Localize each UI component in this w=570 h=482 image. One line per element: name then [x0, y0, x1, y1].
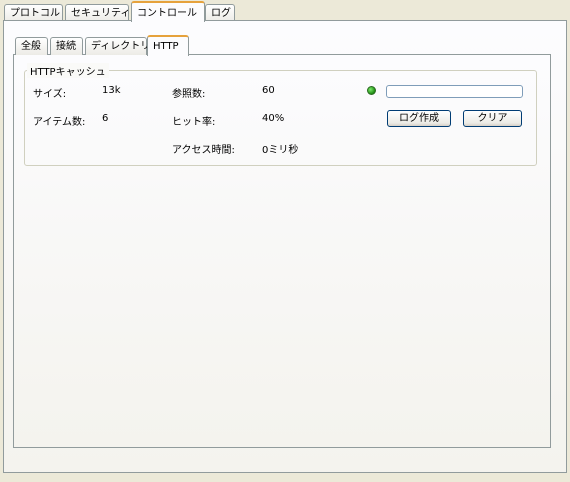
- cache-progress-bar: [386, 85, 523, 98]
- tab-connection[interactable]: 接続: [50, 37, 83, 55]
- http-cache-group-title: HTTPキャッシュ: [27, 63, 109, 78]
- refs-value: 60: [262, 85, 275, 96]
- tab-control[interactable]: コントロール: [131, 1, 205, 22]
- hit-rate-label: ヒット率:: [172, 117, 216, 128]
- tab-general[interactable]: 全般: [15, 37, 48, 55]
- tab-directory[interactable]: ディレクトリ: [85, 37, 150, 55]
- tab-http[interactable]: HTTP: [147, 35, 189, 56]
- items-label: アイテム数:: [33, 117, 86, 128]
- clear-button[interactable]: クリア: [463, 110, 522, 127]
- access-time-label: アクセス時間:: [172, 145, 235, 156]
- refs-label: 参照数:: [172, 89, 206, 100]
- size-value: 13k: [102, 85, 121, 96]
- hit-rate-value: 40%: [262, 113, 285, 124]
- access-time-value: 0ミリ秒: [262, 145, 299, 156]
- items-value: 6: [102, 113, 109, 124]
- size-label: サイズ:: [33, 89, 67, 100]
- create-log-button[interactable]: ログ作成: [387, 110, 451, 127]
- status-led-icon: [367, 86, 376, 95]
